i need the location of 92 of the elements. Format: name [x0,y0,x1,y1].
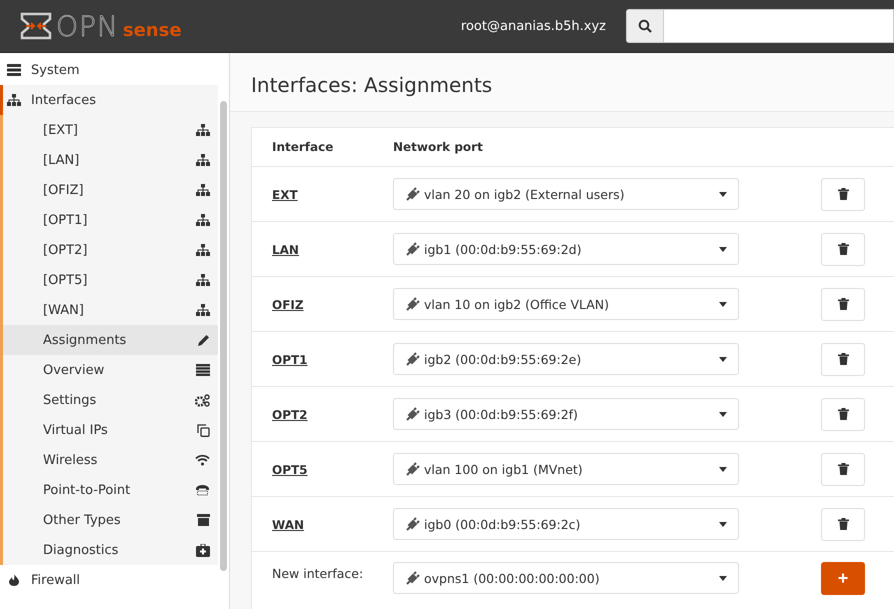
network-port-dropdown[interactable]: vlan 20 on igb2 (External users) [393,178,739,210]
server-icon [7,64,21,76]
sitemap-icon [7,94,21,106]
plug-icon [406,242,420,256]
sitemap-icon [196,304,210,316]
sidebar-item[interactable]: System [0,55,218,85]
user-name[interactable]: root@ananias.b5h.xyz [460,18,606,34]
list-icon [196,364,210,376]
network-port-dropdown[interactable]: igb2 (00:0d:b9:55:69:2e) [393,343,739,375]
copy-icon [197,424,210,436]
submenu-item[interactable]: Point-to-Point [3,475,218,505]
network-port-dropdown[interactable]: igb1 (00:0d:b9:55:69:2d) [393,233,739,265]
submenu-item[interactable]: Settings [3,385,218,415]
submenu-item[interactable]: [OFIZ] [3,175,218,205]
interface-link[interactable]: EXT [272,188,298,202]
sitemap-icon [196,244,210,256]
submenu-item[interactable]: Other Types [3,505,218,535]
archive-icon [197,514,210,526]
sitemap-icon [196,214,210,226]
medkit-icon [196,544,210,556]
interface-link[interactable]: LAN [272,242,299,256]
caret-icon [719,302,727,306]
submenu-item[interactable]: Overview [3,355,218,385]
column-header: Network port [393,140,483,154]
search-icon [638,19,652,33]
phone-icon [195,484,210,496]
interface-link[interactable]: OPT1 [272,352,308,366]
delete-button[interactable] [821,342,865,376]
caret-icon [719,356,727,362]
delete-button[interactable] [821,398,865,430]
logo-icon [20,12,52,40]
delete-button[interactable] [821,452,865,486]
delete-button[interactable] [821,288,865,320]
trash-icon [838,298,848,310]
sidebar-item[interactable]: Firewall [0,565,218,595]
scrollbar[interactable] [220,101,227,571]
submenu-item[interactable]: Wireless [3,445,218,475]
add-button[interactable]: + [821,562,865,595]
plug-icon [406,517,420,531]
plug-icon [406,571,420,585]
network-port-dropdown[interactable]: vlan 10 on igb2 (Office VLAN) [393,288,739,320]
submenu-item[interactable]: Virtual IPs [3,415,218,445]
opnsense-logo[interactable]: OPN sense [20,10,182,42]
new-interface-label: New interface: [272,565,364,581]
delete-button[interactable] [821,508,865,540]
interface-link[interactable]: OPT5 [272,462,308,476]
submenu-item[interactable]: [LAN] [3,145,218,175]
trash-icon [838,408,848,420]
wifi-icon [195,454,210,466]
plug-icon [406,352,420,366]
sitemap-icon [196,274,210,286]
network-port-dropdown[interactable]: igb0 (00:0d:b9:55:69:2c) [393,508,739,540]
search-button[interactable] [626,9,664,43]
submenu-item[interactable]: [EXT] [3,115,218,145]
delete-button[interactable] [821,178,865,210]
plug-icon [406,187,420,201]
caret-icon [719,246,727,252]
sitemap-icon [196,184,210,196]
plug-icon [406,407,420,421]
flame-icon [7,574,21,586]
submenu-item[interactable]: Assignments [3,325,218,355]
trash-icon [838,243,848,255]
caret-icon [719,412,727,416]
caret-icon [719,466,727,472]
search-field[interactable] [664,9,894,43]
column-header: Interface [272,140,334,154]
trash-icon [838,188,848,200]
submenu-item[interactable]: [OPT2] [3,235,218,265]
gears-icon [195,394,210,406]
trash-icon [838,463,848,475]
plug-icon [406,462,420,476]
pencil-icon [197,334,210,346]
submenu-item[interactable]: [WAN] [3,295,218,325]
submenu-item[interactable]: [OPT1] [3,205,218,235]
submenu-item[interactable]: Diagnostics [3,535,218,565]
caret-icon [719,192,727,196]
network-port-dropdown[interactable]: igb3 (00:0d:b9:55:69:2f) [393,398,739,430]
delete-button[interactable] [821,232,865,266]
sitemap-icon [196,124,210,136]
sidebar-item[interactable]: Interfaces [0,85,218,115]
interface-link[interactable]: OPT2 [272,408,308,422]
caret-icon [719,576,727,580]
network-port-dropdown[interactable]: vlan 100 on igb1 (MVnet) [393,453,739,485]
caret-icon [719,522,727,526]
interface-link[interactable]: OFIZ [272,298,304,312]
trash-icon [838,518,848,530]
network-port-dropdown[interactable]: ovpns1 (00:00:00:00:00:00) [393,562,739,594]
interface-link[interactable]: WAN [272,518,304,532]
trash-icon [838,353,848,365]
submenu-item[interactable]: [OPT5] [3,265,218,295]
plug-icon [406,297,420,311]
sitemap-icon [196,154,210,166]
